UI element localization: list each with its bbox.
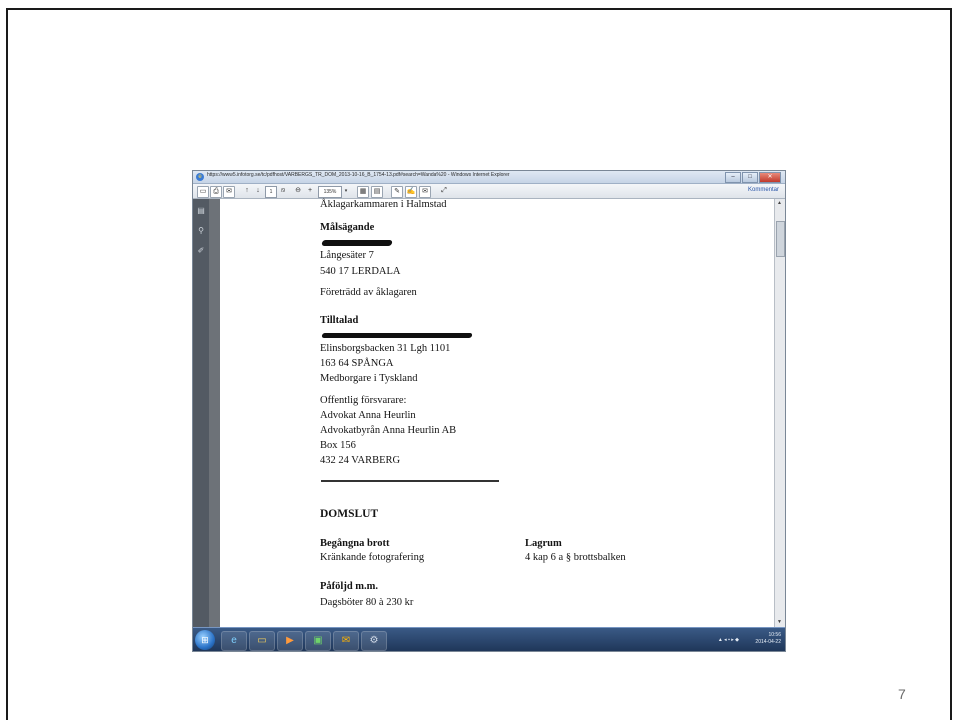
next-page-icon[interactable]: ↓: [254, 186, 262, 196]
sanction-heading: Påföljd m.m.: [320, 581, 379, 592]
defender-box: Box 156: [320, 440, 356, 451]
pages-icon[interactable]: ▤: [197, 207, 205, 215]
scroll-up-icon[interactable]: ▲: [776, 200, 783, 207]
defendant-heading: Tilltalad: [320, 315, 359, 326]
comment-tool-icon[interactable]: ✉: [419, 186, 431, 198]
close-button[interactable]: ✕: [759, 172, 781, 183]
ie-taskbar-icon[interactable]: e: [221, 631, 247, 651]
fit-page-icon[interactable]: ▦: [357, 186, 369, 198]
scroll-down-icon[interactable]: ▼: [776, 619, 783, 626]
separator-line: [321, 480, 499, 482]
system-clock[interactable]: 10:56 2014-04-22: [755, 632, 781, 646]
pdf-toolbar: ▭ ⎙ ✉ ↑ ↓ 1 /9 ⊖ + 135% ▾ ▦ ▤ ✎ ✍ ✉ ⤢ Ko…: [193, 184, 785, 199]
law-text: 4 kap 6 a § brottsbalken: [525, 552, 626, 563]
window-controls: – □ ✕: [725, 172, 781, 183]
plaintiff-heading: Målsägande: [320, 222, 375, 233]
tray-icons[interactable]: ▲ ◂ ▪ ▸ ◆: [718, 637, 739, 643]
defender-firm: Advokatbyrån Anna Heurlin AB: [320, 425, 457, 436]
comment-link[interactable]: Kommentar: [748, 187, 779, 193]
browser-titlebar: e https://www5.infotorg.se/tc/pdfhost/VA…: [193, 171, 785, 184]
expand-icon[interactable]: ⤢: [439, 186, 449, 196]
tools-icon[interactable]: ✎: [391, 186, 403, 198]
document-area: Åklagarkammaren i Halmstad Målsägande Lå…: [209, 199, 780, 627]
clock-date: 2014-04-22: [755, 639, 781, 645]
maximize-button[interactable]: □: [742, 172, 758, 183]
defender-heading: Offentlig försvarare:: [320, 395, 407, 406]
media-player-taskbar-icon[interactable]: ▶: [277, 631, 303, 651]
email-icon[interactable]: ✉: [223, 186, 235, 198]
window-title: https://www5.infotorg.se/tc/pdfhost/VARB…: [207, 172, 510, 178]
outlook-taskbar-icon[interactable]: ✉: [333, 631, 359, 651]
page-total: /9: [280, 188, 286, 194]
prosecutor-line: Åklagarkammaren i Halmstad: [320, 199, 447, 210]
windows-taskbar: ⊞ e ▭ ▶ ▣ ✉ ⚙ ▲ ◂ ▪ ▸ ◆ 10:56 2014-04-22: [193, 627, 785, 651]
minimize-button[interactable]: –: [725, 172, 741, 183]
zoom-in-icon[interactable]: +: [305, 186, 315, 196]
ie-icon: e: [196, 173, 204, 181]
previous-page-icon[interactable]: ↑: [243, 186, 251, 196]
page-number-input[interactable]: 1: [265, 186, 277, 198]
save-icon[interactable]: ▭: [197, 186, 209, 198]
zoom-dropdown-icon[interactable]: ▾: [342, 186, 350, 196]
defendant-address-2: 163 64 SPÅNGA: [320, 358, 394, 369]
explorer-taskbar-icon[interactable]: ▭: [249, 631, 275, 651]
plaintiff-address-1: Långesäter 7: [320, 250, 374, 261]
sanction-text: Dagsböter 80 à 230 kr: [320, 597, 414, 608]
law-heading: Lagrum: [525, 538, 562, 549]
print-icon[interactable]: ⎙: [210, 186, 222, 198]
redaction-mark: [321, 333, 473, 338]
redaction-mark: [321, 240, 393, 246]
fit-width-icon[interactable]: ▤: [371, 186, 383, 198]
signature-icon[interactable]: ✐: [197, 247, 205, 255]
embedded-screenshot: e https://www5.infotorg.se/tc/pdfhost/VA…: [193, 171, 785, 651]
scroll-thumb[interactable]: [776, 221, 785, 257]
vertical-scrollbar[interactable]: ▲ ▼: [774, 199, 785, 627]
app-taskbar-icon[interactable]: ▣: [305, 631, 331, 651]
defender-city: 432 24 VARBERG: [320, 455, 401, 466]
pdf-nav-pane: ▤ ⚲ ✐: [193, 199, 209, 627]
slide-number: 7: [898, 686, 906, 702]
verdict-heading: DOMSLUT: [320, 508, 379, 520]
plaintiff-address-2: 540 17 LERDALA: [320, 266, 401, 277]
plaintiff-represented: Företrädd av åklagaren: [320, 287, 417, 298]
crime-text: Kränkande fotografering: [320, 552, 425, 563]
start-button[interactable]: ⊞: [195, 630, 215, 650]
defender-name: Advokat Anna Heurlin: [320, 410, 416, 421]
defendant-citizenship: Medborgare i Tyskland: [320, 373, 418, 384]
settings-taskbar-icon[interactable]: ⚙: [361, 631, 387, 651]
pdf-page: Åklagarkammaren i Halmstad Målsägande Lå…: [220, 199, 780, 627]
sign-icon[interactable]: ✍: [405, 186, 417, 198]
zoom-out-icon[interactable]: ⊖: [293, 186, 303, 196]
defendant-address-1: Elinsborgsbacken 31 Lgh 1101: [320, 343, 451, 354]
attachment-icon[interactable]: ⚲: [197, 227, 205, 235]
clock-time: 10:56: [768, 632, 781, 638]
zoom-level-select[interactable]: 135%: [318, 186, 342, 198]
crimes-heading: Begångna brott: [320, 538, 390, 549]
